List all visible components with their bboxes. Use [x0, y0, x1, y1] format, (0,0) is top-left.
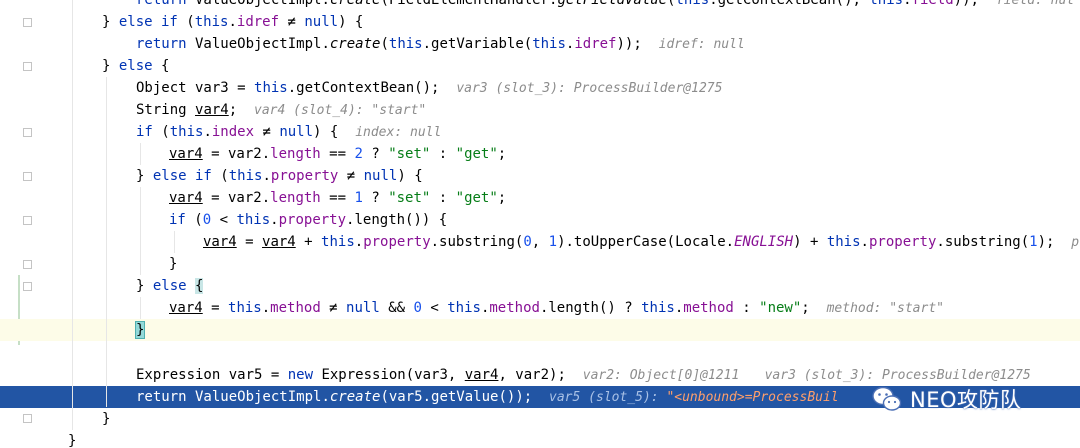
code-line[interactable]: String var4; var4 (slot_4): "start" — [0, 99, 1080, 121]
code-line[interactable]: } else if (this.property ≠ null) { — [0, 165, 1080, 187]
code-line[interactable] — [0, 341, 1080, 363]
watermark: NEO攻防队 — [872, 382, 1022, 416]
code-line[interactable]: var4 = var2.length == 2 ? "set" : "get"; — [0, 143, 1080, 165]
code-line[interactable]: } else { — [0, 55, 1080, 77]
code-line[interactable]: return ValueObjectImpl.create(this.getVa… — [0, 33, 1080, 55]
matched-brace: } — [134, 321, 146, 339]
indent-guide — [72, 0, 73, 430]
code-line[interactable]: } else { — [0, 275, 1080, 297]
code-line[interactable]: var4 = var4 + this.property.substring(0,… — [0, 231, 1080, 253]
indent-guide — [140, 187, 141, 275]
code-line[interactable]: if (this.index ≠ null) { index: null — [0, 121, 1080, 143]
code-line[interactable]: var4 = this.method ≠ null && 0 < this.me… — [0, 297, 1080, 319]
indent-guide — [106, 77, 107, 407]
code-editor[interactable]: return ValueObjectImpl.create(FieldEleme… — [0, 0, 1080, 448]
code-line[interactable]: if (0 < this.property.length()) { — [0, 209, 1080, 231]
code-line[interactable]: return ValueObjectImpl.create(FieldEleme… — [0, 0, 1080, 11]
indent-guide — [174, 231, 175, 253]
code-line[interactable]: } else if (this.idref ≠ null) { — [0, 11, 1080, 33]
indent-guide — [140, 143, 141, 165]
code-line[interactable]: Object var3 = this.getContextBean(); var… — [0, 77, 1080, 99]
wechat-icon — [872, 386, 902, 411]
code-line-caret[interactable]: } — [0, 319, 1080, 341]
code-line[interactable]: } — [0, 253, 1080, 275]
watermark-text: NEO攻防队 — [910, 388, 1022, 412]
code-line[interactable]: } — [0, 430, 1080, 448]
code-line[interactable]: var4 = var2.length == 1 ? "set" : "get"; — [0, 187, 1080, 209]
indent-guide — [140, 297, 141, 319]
